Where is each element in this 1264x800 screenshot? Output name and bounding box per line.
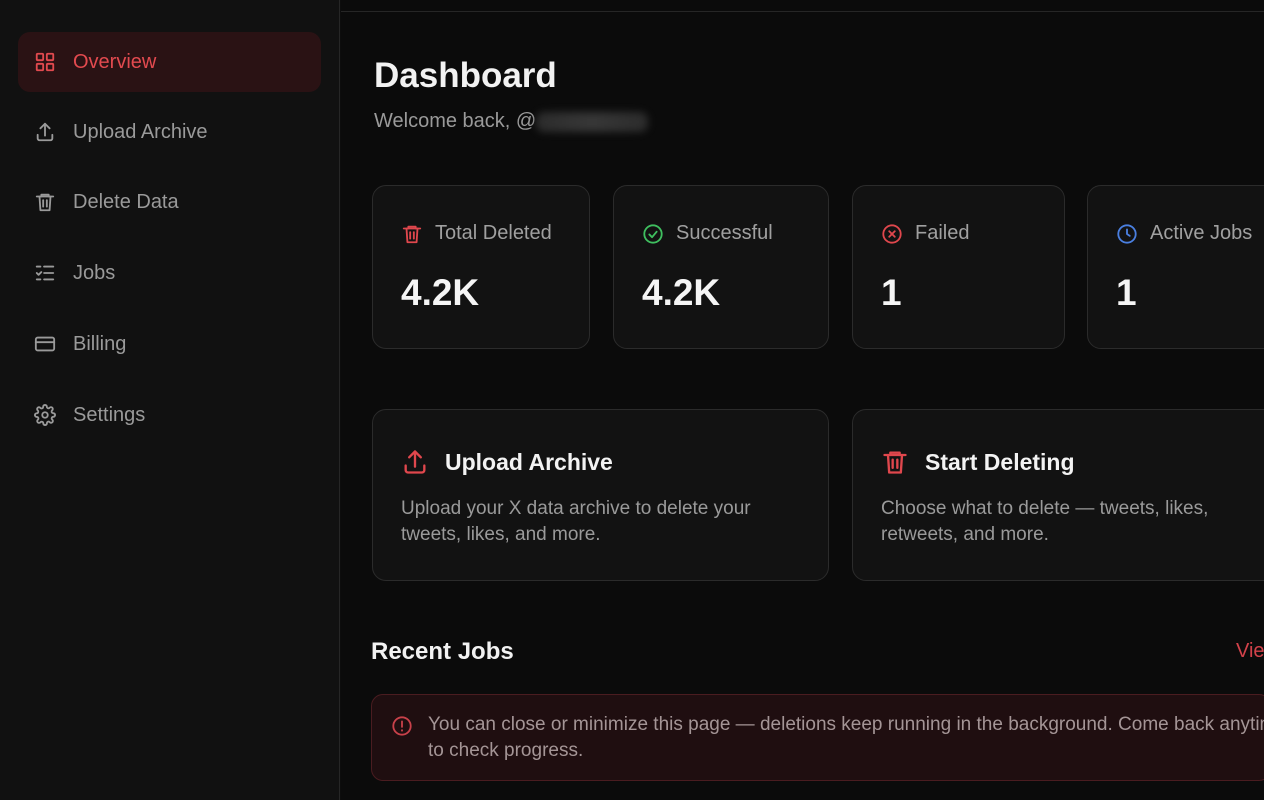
sidebar-item-label: Overview [73,50,157,73]
action-card-title-row: Upload Archive [401,448,613,476]
welcome-prefix: Welcome back, @ [374,110,537,132]
grid-icon [34,51,56,73]
stat-card-failed: Failed 1 [852,185,1065,349]
credit-card-icon [34,333,56,355]
trash-icon [401,223,423,245]
stat-card-total-deleted: Total Deleted 4.2K [372,185,590,349]
sidebar-item-label: Upload Archive [73,120,208,143]
action-card-title: Start Deleting [925,448,1075,475]
recent-jobs-title: Recent Jobs [371,638,514,665]
sidebar-item-label: Settings [73,403,146,426]
blurred-username [536,111,649,132]
sidebar-item-overview[interactable]: Overview [18,32,321,92]
stat-card-successful: Successful 4.2K [613,185,829,349]
checklist-icon [34,262,56,284]
sidebar-item-label: Delete Data [73,190,179,213]
gear-icon [34,404,56,426]
stat-label: Failed [915,222,970,244]
clock-icon [1116,223,1138,245]
stat-label: Total Deleted [435,222,552,244]
start-deleting-card[interactable]: Start Deleting Choose what to delete — t… [852,409,1264,581]
sidebar: Overview Upload Archive Delete Data Jobs… [0,0,340,800]
sidebar-item-billing[interactable]: Billing [18,314,321,374]
action-card-description: Choose what to delete — tweets, likes, r… [881,498,1209,545]
action-card-title: Upload Archive [445,448,613,475]
action-card-title-row: Start Deleting [881,448,1075,476]
stat-value: 1 [881,272,902,313]
notice-text: You can close or minimize this page — de… [428,714,1264,761]
welcome-message: Welcome back, @ [374,110,649,133]
stat-card-active-jobs: Active Jobs 1 [1087,185,1264,349]
main-content: Dashboard Welcome back, @ Total Deleted … [341,0,1264,800]
view-all-link[interactable]: View all [1236,640,1264,663]
stat-label: Active Jobs [1150,222,1253,244]
stat-value: 4.2K [642,272,721,313]
sidebar-item-upload-archive[interactable]: Upload Archive [18,102,321,162]
background-notice: You can close or minimize this page — de… [371,694,1264,781]
upload-icon [401,448,429,476]
action-card-description: Upload your X data archive to delete you… [401,498,751,545]
stat-label-row: Failed [881,222,969,245]
sidebar-item-jobs[interactable]: Jobs [18,243,321,303]
upload-archive-card[interactable]: Upload Archive Upload your X data archiv… [372,409,829,581]
stat-label-row: Total Deleted [401,222,552,245]
stat-label-row: Successful [642,222,773,245]
stat-value: 4.2K [401,272,480,313]
top-bar [341,0,1264,12]
page-title: Dashboard [374,56,557,95]
trash-icon [34,191,56,213]
app: Overview Upload Archive Delete Data Jobs… [0,0,1264,800]
sidebar-item-delete-data[interactable]: Delete Data [18,172,321,232]
stat-value: 1 [1116,272,1137,313]
sidebar-item-settings[interactable]: Settings [18,385,321,445]
sidebar-item-label: Billing [73,332,127,355]
x-circle-icon [881,223,903,245]
upload-icon [34,121,56,143]
stat-label: Successful [676,222,773,244]
trash-icon [881,448,909,476]
sidebar-item-label: Jobs [73,261,116,284]
alert-circle-icon [391,715,413,737]
check-circle-icon [642,223,664,245]
stat-label-row: Active Jobs [1116,222,1252,245]
